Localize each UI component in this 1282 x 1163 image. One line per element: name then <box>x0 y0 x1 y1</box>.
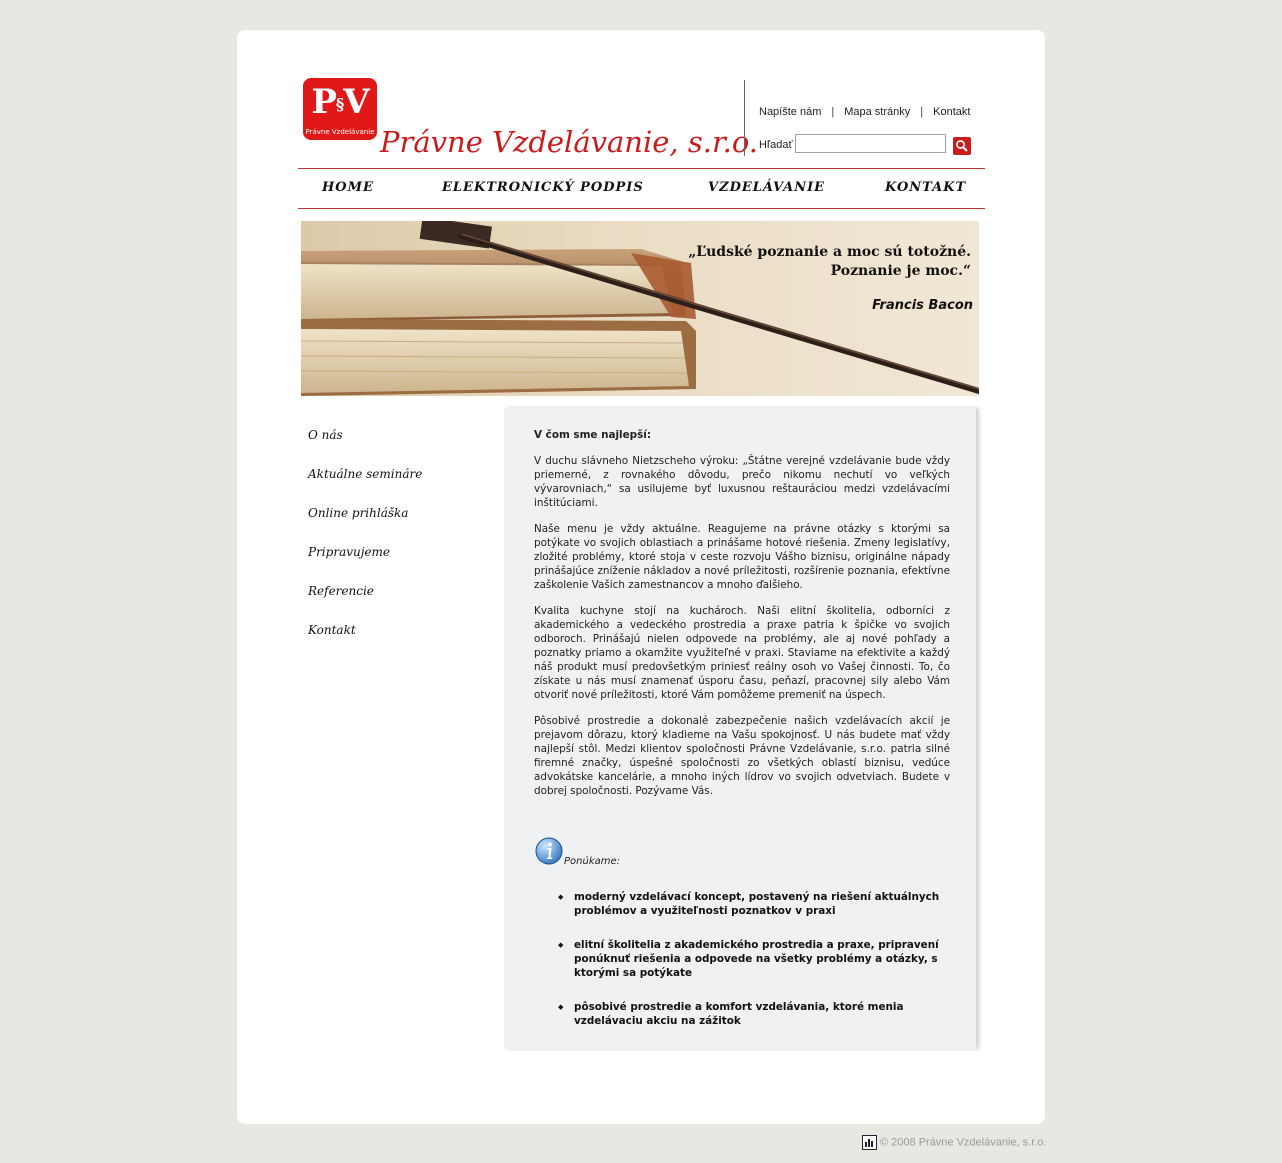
sidebar-item-seminars[interactable]: Aktuálne semináre <box>308 467 422 481</box>
hero-banner: „Ľudské poznanie a moc sú totožné. Pozna… <box>301 221 979 396</box>
search-input[interactable] <box>795 134 946 153</box>
list-item: moderný vzdelávací koncept, postavený na… <box>558 890 954 918</box>
main-content: V čom sme najlepší: V duchu slávneho Nie… <box>504 408 976 1049</box>
nav-bottom-border <box>298 208 985 209</box>
content-paragraph: Naše menu je vždy aktuálne. Reagujeme na… <box>534 523 950 591</box>
nav-electronic-signature[interactable]: ELEKTRONICKÝ PODPIS <box>442 180 644 195</box>
info-icon <box>535 837 563 865</box>
sidebar-item-contact[interactable]: Kontakt <box>308 623 356 637</box>
search-icon <box>956 140 968 152</box>
content-heading: V čom sme najlepší: <box>534 429 651 441</box>
link-separator: | <box>831 106 835 118</box>
sidebar-item-references[interactable]: Referencie <box>308 584 374 598</box>
header-divider <box>744 80 745 156</box>
link-contact[interactable]: Kontakt <box>933 106 970 118</box>
content-text: V čom sme najlepší: V duchu slávneho Nie… <box>534 428 950 810</box>
brand-name: Právne Vzdelávanie, s.r.o. <box>380 125 759 159</box>
stats-icon[interactable] <box>862 1135 877 1150</box>
search-button[interactable] <box>953 137 971 155</box>
logo[interactable]: P§V Právne Vzdelávanie <box>303 78 377 140</box>
nav-contact[interactable]: KONTAKT <box>885 180 966 195</box>
nav-home[interactable]: HOME <box>322 180 374 195</box>
logo-monogram: P§V <box>311 82 369 122</box>
content-paragraph: Kvalita kuchyne stojí na kuchároch. Naši… <box>534 605 950 701</box>
logo-small-text: Právne Vzdelávanie <box>305 128 375 136</box>
content-paragraph: Pôsobivé prostredie a dokonalé zabezpeče… <box>534 715 950 797</box>
offer-list: moderný vzdelávací koncept, postavený na… <box>558 890 954 1048</box>
footer-copyright: © 2008 Právne Vzdelávanie, s.r.o. <box>880 1136 1047 1149</box>
link-separator: | <box>920 106 924 118</box>
nav-top-border <box>298 168 985 169</box>
top-links: Napíšte nám | Mapa stránky | Kontakt <box>759 106 970 118</box>
nav-education[interactable]: VZDELÁVANIE <box>708 180 825 195</box>
sidebar-item-about[interactable]: O nás <box>308 428 343 442</box>
banner-quote-line2: Poznanie je moc.“ <box>830 263 971 279</box>
content-paragraph: V duchu slávneho Nietzscheho výroku: „Št… <box>534 455 950 509</box>
list-item: elitní školitelia z akademického prostre… <box>558 938 954 980</box>
search-label: Hľadať <box>759 139 793 151</box>
link-write-us[interactable]: Napíšte nám <box>759 106 821 118</box>
offer-label: Ponúkame: <box>564 856 621 867</box>
sidebar-item-upcoming[interactable]: Pripravujeme <box>308 545 390 559</box>
footer: © 2008 Právne Vzdelávanie, s.r.o. <box>862 1135 1046 1150</box>
banner-quote-line1: „Ľudské poznanie a moc sú totožné. <box>688 244 971 260</box>
list-item: pôsobivé prostredie a komfort vzdelávani… <box>558 1000 954 1028</box>
banner-quote-author: Francis Bacon <box>872 298 973 313</box>
sidebar-item-online-registration[interactable]: Online prihláška <box>308 506 408 520</box>
link-sitemap[interactable]: Mapa stránky <box>844 106 910 118</box>
